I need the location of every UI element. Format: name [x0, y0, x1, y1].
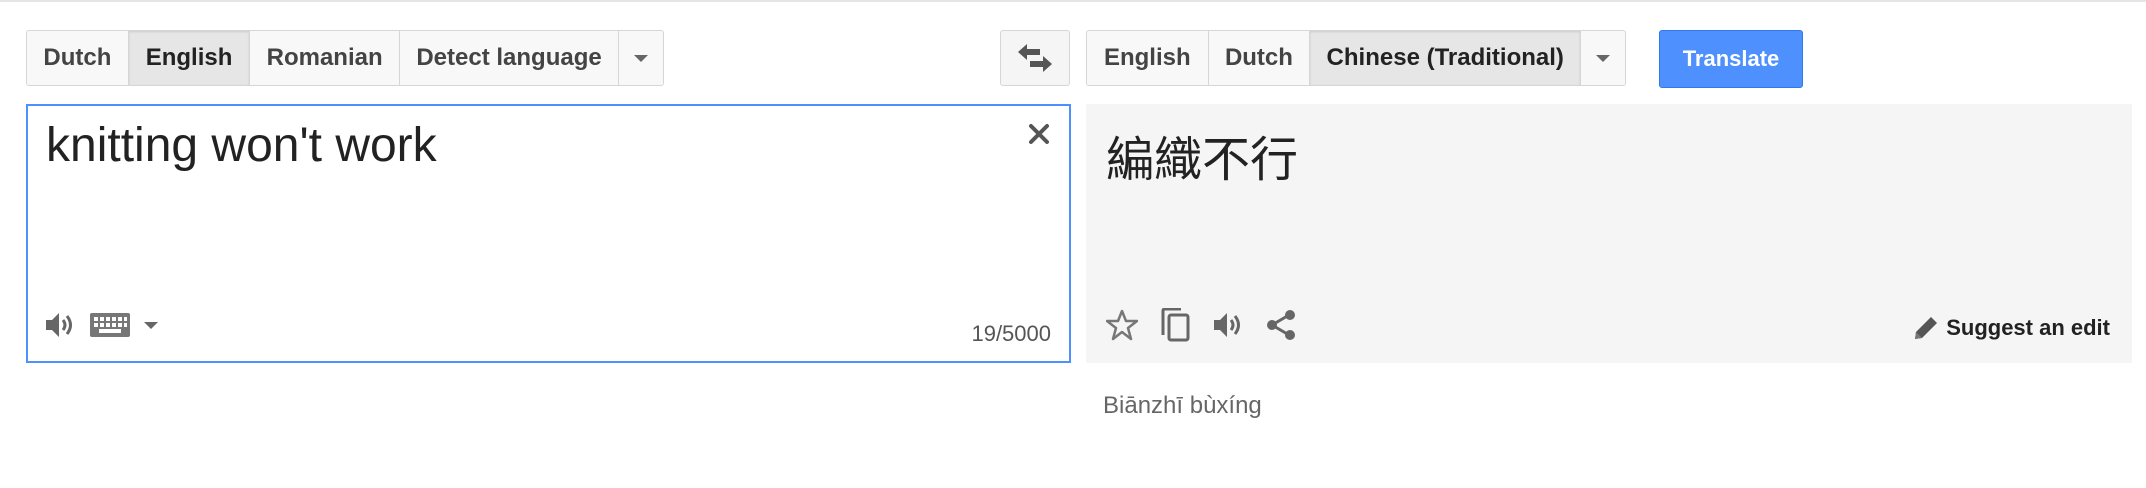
- source-lang-dropdown[interactable]: [619, 31, 663, 85]
- swap-languages-button[interactable]: [1000, 30, 1070, 86]
- chevron-down-icon: [634, 54, 649, 62]
- chevron-down-icon: [144, 321, 158, 329]
- target-lang-tab-dutch[interactable]: Dutch: [1208, 31, 1311, 85]
- translation-result-area: 編織不行 Suggest an edit: [1086, 104, 2132, 363]
- swap-languages-icon: [1018, 44, 1052, 72]
- character-count: 19/5000: [971, 321, 1051, 346]
- copy-translation-button[interactable]: [1160, 308, 1190, 342]
- star-translation-button[interactable]: [1106, 309, 1138, 341]
- source-lang-tab-dutch[interactable]: Dutch: [27, 31, 129, 85]
- source-text-area[interactable]: knitting won't work 19/5000: [26, 104, 1071, 363]
- result-tools: [1106, 308, 1296, 342]
- translated-text: 編織不行: [1106, 134, 1299, 187]
- speaker-icon: [46, 313, 72, 337]
- translate-button[interactable]: Translate: [1659, 30, 1803, 88]
- listen-source-button[interactable]: [44, 310, 76, 340]
- share-translation-button[interactable]: [1266, 309, 1296, 341]
- top-divider: [0, 0, 2146, 2]
- keyboard-button[interactable]: [90, 313, 130, 337]
- copy-icon: [1161, 308, 1190, 342]
- source-tools: [44, 310, 158, 340]
- source-lang-tab-romanian[interactable]: Romanian: [250, 31, 400, 85]
- target-lang-dropdown[interactable]: [1581, 31, 1625, 85]
- target-lang-tab-english[interactable]: English: [1087, 31, 1209, 85]
- suggest-edit-label: Suggest an edit: [1946, 315, 2110, 340]
- keyboard-icon: [90, 313, 130, 337]
- suggest-edit-button[interactable]: Suggest an edit: [1912, 314, 2110, 342]
- source-language-bar: Dutch English Romanian Detect language: [26, 30, 664, 86]
- chevron-down-icon: [1596, 54, 1611, 62]
- close-icon: [1029, 124, 1049, 144]
- source-text[interactable]: knitting won't work: [46, 118, 437, 173]
- target-lang-tab-chinese-traditional[interactable]: Chinese (Traditional): [1310, 31, 1582, 85]
- target-language-bar: English Dutch Chinese (Traditional): [1086, 30, 1626, 86]
- share-icon: [1267, 310, 1295, 340]
- pencil-icon: [1915, 317, 1938, 339]
- clear-source-button[interactable]: [1025, 120, 1053, 148]
- speaker-icon: [1214, 313, 1240, 337]
- source-lang-tab-english[interactable]: English: [128, 31, 251, 85]
- listen-translation-button[interactable]: [1212, 310, 1244, 340]
- source-lang-tab-detect[interactable]: Detect language: [399, 31, 620, 85]
- romanization-text: Biānzhī bùxíng: [1103, 392, 1262, 419]
- star-icon: [1106, 309, 1138, 341]
- input-tools-dropdown[interactable]: [144, 321, 158, 329]
